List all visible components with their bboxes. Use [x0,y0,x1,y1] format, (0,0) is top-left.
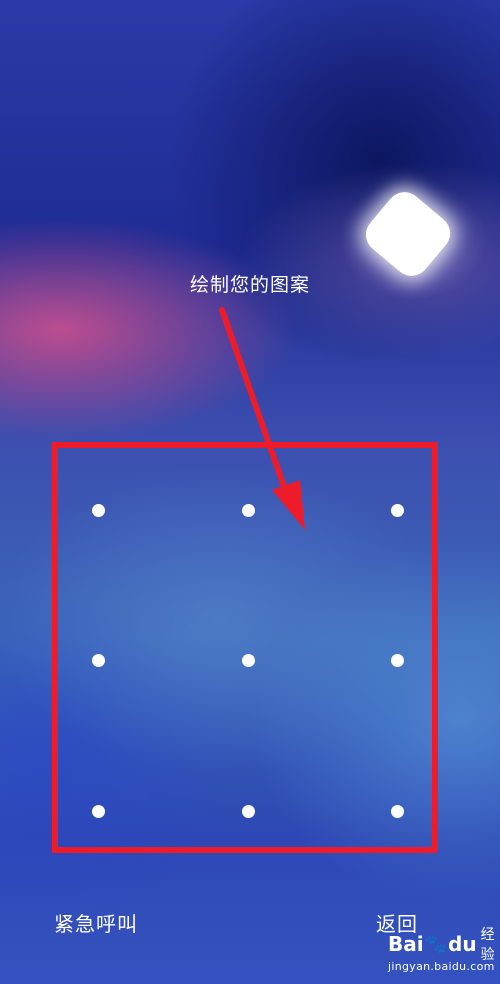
emergency-call-button[interactable]: 紧急呼叫 [54,908,138,937]
baidu-jingyan-watermark: Bai 🐾 du 经验 jingyan.baidu.com [388,927,498,980]
pattern-dot-7[interactable] [91,804,105,818]
pattern-dot-6[interactable] [390,653,404,667]
pattern-dot-5[interactable] [241,653,255,667]
watermark-bai: Bai [388,932,424,956]
pattern-dot-2[interactable] [241,503,255,517]
pattern-dot-3[interactable] [390,503,404,517]
pattern-dot-4[interactable] [91,653,105,667]
watermark-du: du [448,932,477,956]
pattern-dot-9[interactable] [390,804,404,818]
pattern-dot-8[interactable] [241,804,255,818]
paw-icon: 🐾 [424,933,448,955]
watermark-jingyan: 经验 [480,927,495,963]
pattern-dot-1[interactable] [91,503,105,517]
watermark-url: jingyan.baidu.com [388,960,495,973]
draw-pattern-prompt: 绘制您的图案 [189,274,310,296]
